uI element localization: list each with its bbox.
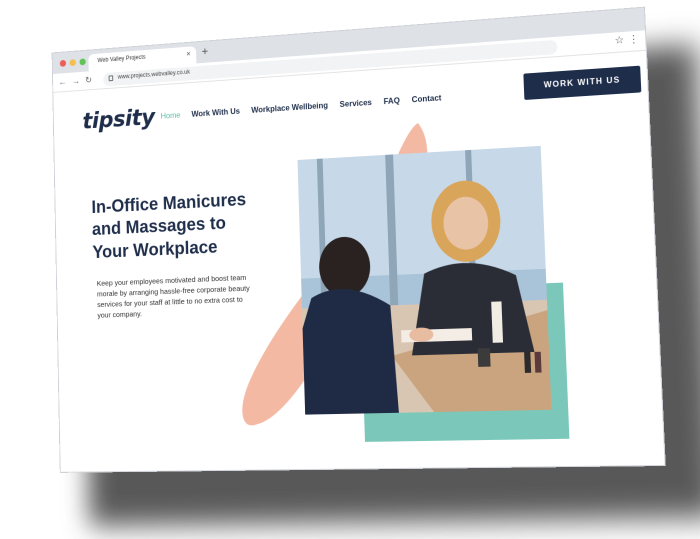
work-with-us-button[interactable]: WORK WITH US xyxy=(523,65,642,100)
back-icon[interactable]: ← xyxy=(58,77,66,88)
nav-workplace-wellbeing[interactable]: Workplace Wellbeing xyxy=(251,101,328,115)
nav-faq[interactable]: FAQ xyxy=(383,96,400,106)
url-text: www.projects.webvalley.co.uk xyxy=(117,69,191,81)
tab-close-icon[interactable]: × xyxy=(186,49,191,58)
browser-window: Web Valley Projects × + ← → ↻ www.projec… xyxy=(51,6,666,473)
hero-description: Keep your employees motivated and boost … xyxy=(96,272,250,320)
tab-title: Web Valley Projects xyxy=(97,54,146,65)
hero-headline: In-Office Manicures and Massages to Your… xyxy=(91,185,318,264)
browser-menu-icon[interactable]: ⋮ xyxy=(628,34,639,46)
nav-buttons: ← → ↻ xyxy=(58,75,92,88)
bookmark-star-icon[interactable]: ☆ xyxy=(614,35,624,47)
nav-services[interactable]: Services xyxy=(340,98,372,109)
web-page: tipsity Home Work With Us Workplace Well… xyxy=(53,50,665,473)
close-window-button[interactable] xyxy=(59,59,67,67)
site-logo[interactable]: tipsity xyxy=(82,105,155,135)
hero-photo xyxy=(297,145,552,415)
new-tab-icon[interactable]: + xyxy=(201,44,208,58)
nav-home[interactable]: Home xyxy=(161,111,181,121)
lock-icon xyxy=(108,75,114,82)
headline-line-3: Your Workplace xyxy=(92,236,218,262)
main-nav: Home Work With Us Workplace Wellbeing Se… xyxy=(161,93,442,120)
forward-icon[interactable]: → xyxy=(72,76,80,87)
reload-icon[interactable]: ↻ xyxy=(85,75,92,86)
window-controls xyxy=(59,58,86,67)
nav-work-with-us[interactable]: Work With Us xyxy=(191,107,240,119)
headline-line-2: and Massages to xyxy=(91,213,227,240)
nav-contact[interactable]: Contact xyxy=(412,93,442,104)
minimize-window-button[interactable] xyxy=(69,59,76,67)
maximize-window-button[interactable] xyxy=(79,58,86,66)
